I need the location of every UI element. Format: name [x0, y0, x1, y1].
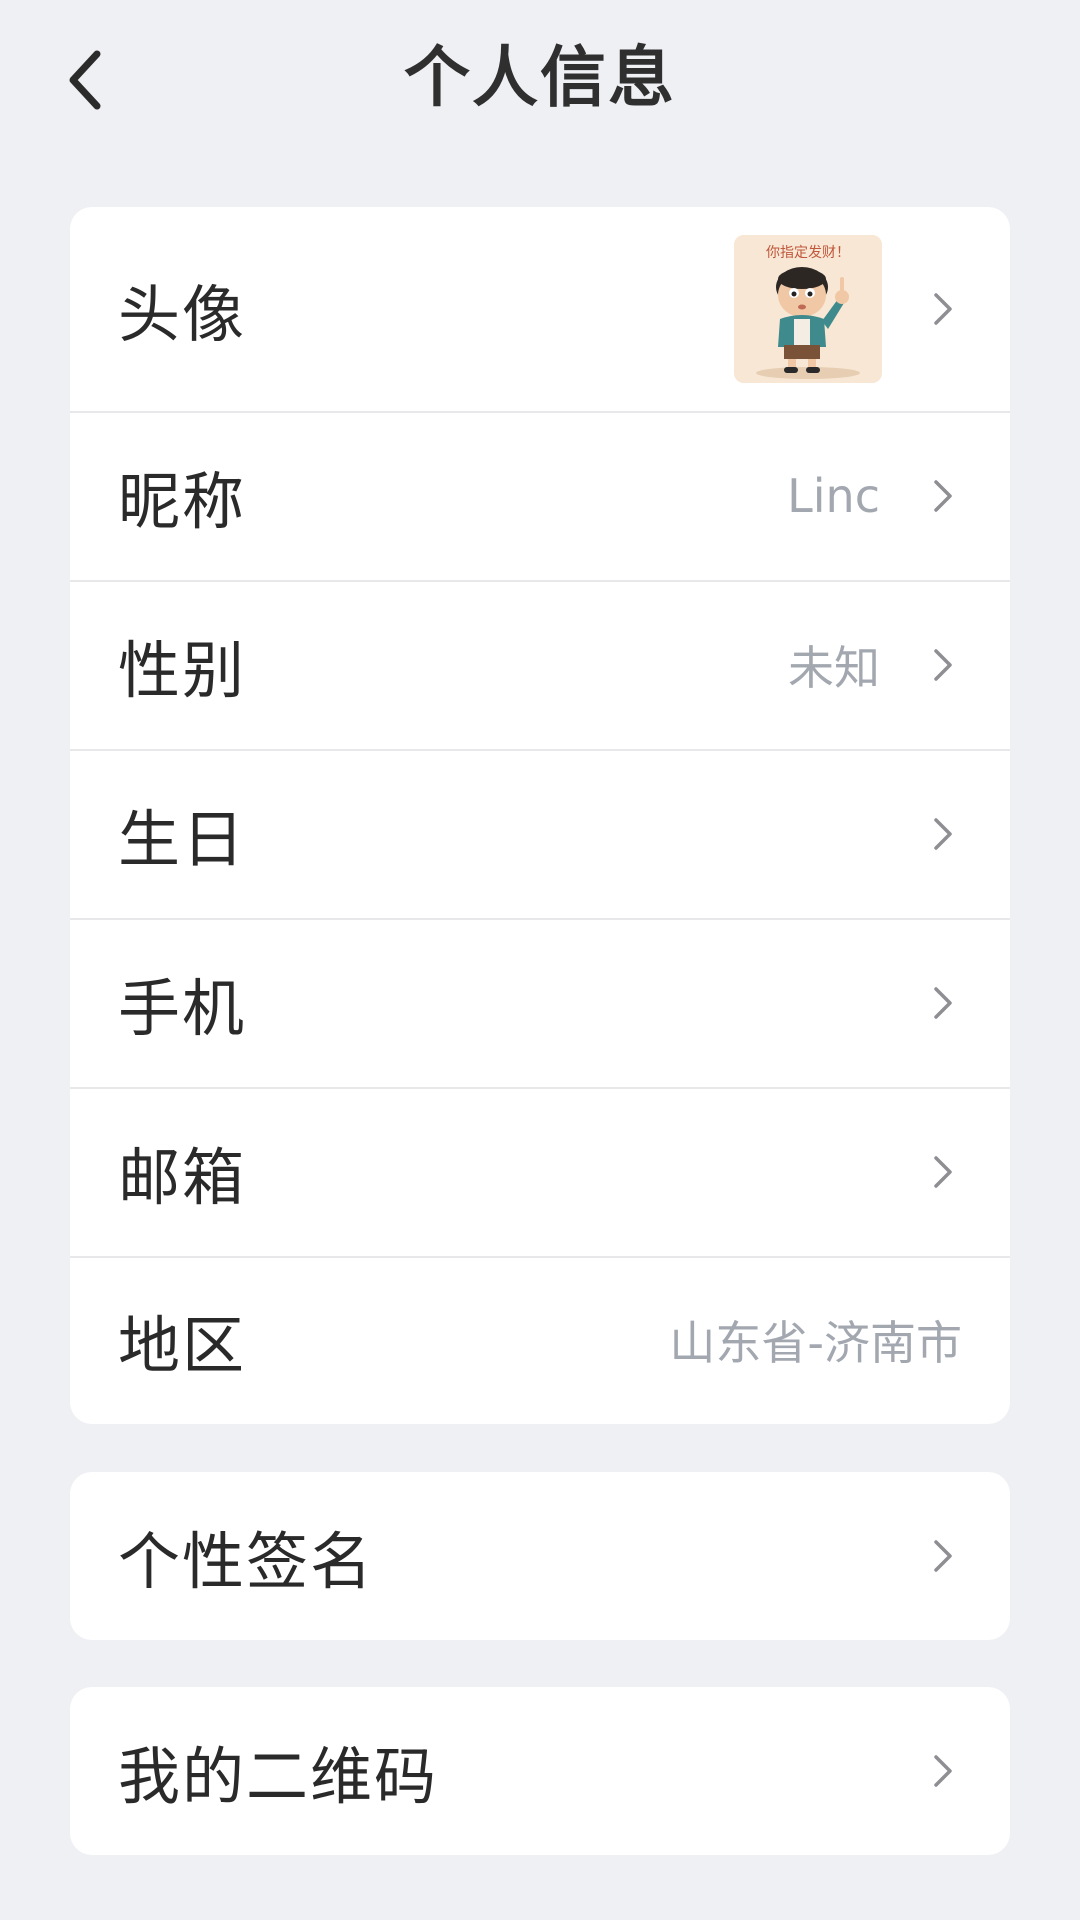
gender-row[interactable]: 性别 未知	[70, 580, 1010, 749]
nickname-label: 昵称	[118, 464, 247, 538]
region-label: 地区	[118, 1309, 247, 1382]
region-row[interactable]: 地区 山东省-济南市	[70, 1256, 1010, 1424]
chevron-right-icon	[934, 986, 952, 1019]
chevron-right-icon	[934, 293, 952, 325]
qrcode-label: 我的二维码	[118, 1740, 439, 1813]
email-row[interactable]: 邮箱	[70, 1087, 1010, 1256]
chevron-right-icon	[934, 1540, 952, 1572]
chevron-right-icon	[934, 1155, 952, 1188]
avatar-label: 头像	[118, 278, 247, 351]
phone-label: 手机	[118, 971, 247, 1045]
signature-label: 个性签名	[118, 1525, 375, 1598]
birthday-row[interactable]: 生日	[70, 749, 1010, 918]
signature-card: 个性签名	[70, 1472, 1010, 1640]
nickname-value: Linc	[787, 468, 880, 523]
email-label: 邮箱	[118, 1140, 247, 1214]
chevron-right-icon	[934, 817, 952, 850]
nickname-row[interactable]: 昵称 Linc	[70, 411, 1010, 580]
avatar-image: 你指定发财！	[734, 235, 882, 383]
gender-label: 性别	[118, 633, 247, 707]
avatar-caption: 你指定发财！	[766, 245, 850, 261]
chevron-right-icon	[934, 479, 952, 512]
page-title: 个人信息	[404, 39, 676, 116]
avatar[interactable]: 你指定发财！	[734, 235, 882, 383]
region-value: 山东省-济南市	[669, 1316, 962, 1370]
gender-value: 未知	[788, 640, 880, 695]
header: 个人信息	[0, 0, 1080, 160]
signature-row[interactable]: 个性签名	[70, 1472, 1010, 1640]
avatar-row[interactable]: 头像 你指定发财！	[70, 207, 1010, 411]
birthday-label: 生日	[118, 802, 247, 876]
qrcode-row[interactable]: 我的二维码	[70, 1687, 1010, 1855]
phone-row[interactable]: 手机	[70, 918, 1010, 1087]
chevron-right-icon	[934, 648, 952, 681]
profile-card: 头像 你指定发财！ 昵称 Linc 性别 未知 生日 手机 邮箱 地区 山东省-…	[70, 207, 1010, 1424]
qrcode-card: 我的二维码	[70, 1687, 1010, 1855]
chevron-right-icon	[934, 1755, 952, 1787]
